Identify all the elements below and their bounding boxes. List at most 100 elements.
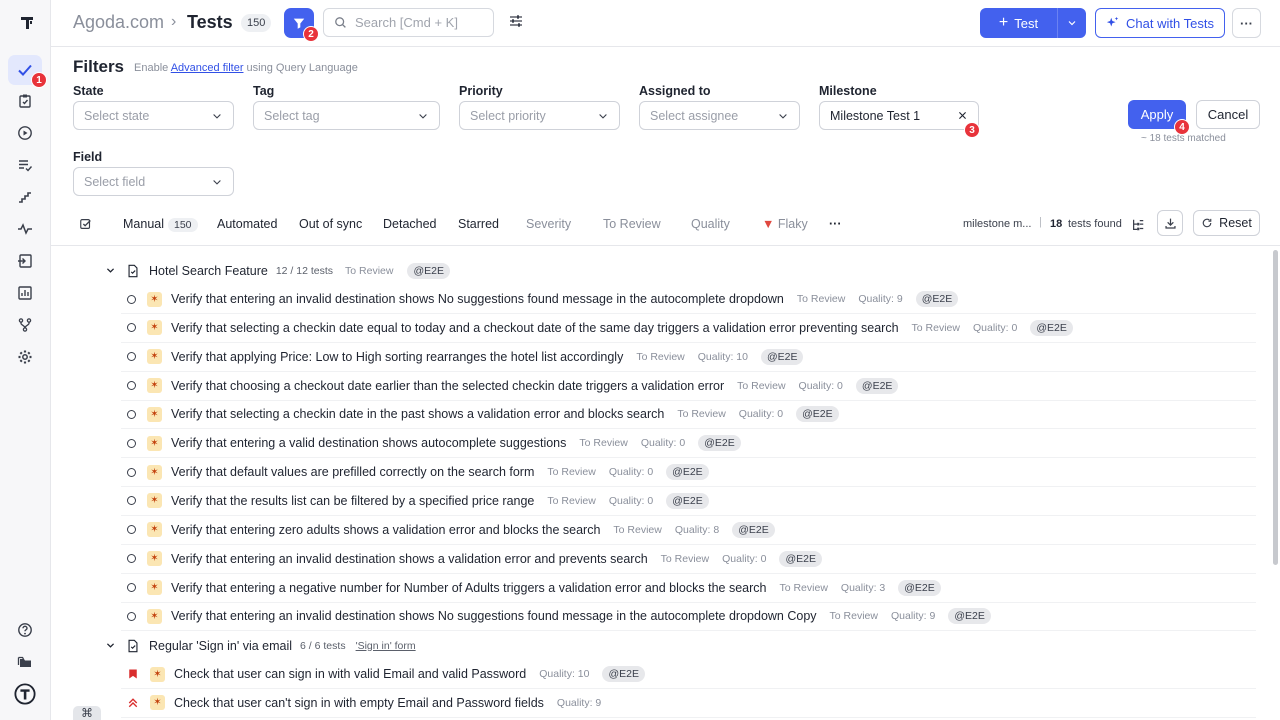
milestone-filter-chip[interactable]: milestone m... (963, 218, 1031, 230)
test-title[interactable]: Check that user can't sign in with empty… (174, 696, 544, 710)
test-row[interactable]: ✶ Verify that applying Price: Low to High… (121, 343, 1256, 372)
nav-import[interactable] (8, 246, 42, 276)
tab-starred[interactable]: Starred (458, 217, 499, 231)
status-circle-icon (127, 438, 136, 448)
suite-title[interactable]: Regular 'Sign in' via email (149, 639, 292, 653)
manual-test-icon: ✶ (147, 580, 162, 595)
tab-automated[interactable]: Automated (217, 217, 277, 231)
test-status: To Review (677, 408, 726, 421)
test-row[interactable]: ✶ Verify that selecting a checkin date eq… (121, 314, 1256, 343)
tab-flaky[interactable]: ▼ Flaky (762, 217, 808, 231)
breadcrumb-project[interactable]: Agoda.com (73, 12, 164, 33)
download-button[interactable] (1157, 210, 1183, 236)
test-title[interactable]: Verify that entering zero adults shows a… (171, 523, 600, 537)
nav-run[interactable] (8, 118, 42, 148)
test-status: To Review (579, 437, 628, 450)
chevron-down-icon (213, 113, 221, 119)
assignee-select[interactable]: Select assignee (639, 101, 800, 130)
test-row[interactable]: ✶ Verify that entering an invalid destina… (121, 285, 1256, 314)
nav-branches[interactable] (8, 310, 42, 340)
test-title[interactable]: Verify that entering an invalid destinat… (171, 609, 817, 623)
test-row[interactable]: ✶ Verify that the results list can be fil… (121, 487, 1256, 516)
status-circle-icon (127, 381, 136, 391)
new-test-dropdown[interactable] (1057, 8, 1086, 38)
tab-out-of-sync[interactable]: Out of sync (299, 217, 362, 231)
chat-with-tests-button[interactable]: Chat with Tests (1095, 8, 1225, 38)
test-row[interactable]: ✶ Verify that entering an invalid destina… (121, 602, 1256, 632)
test-title[interactable]: Verify that entering an invalid destinat… (171, 552, 648, 566)
manual-test-icon: ✶ (147, 551, 162, 567)
nav-pulse[interactable] (8, 214, 42, 244)
test-row[interactable]: ✶ Verify that default values are prefille… (121, 458, 1256, 488)
nav-help[interactable] (8, 615, 42, 645)
chevron-down-icon[interactable] (105, 265, 116, 276)
search-box[interactable] (323, 8, 494, 37)
list-scrollbar[interactable] (1273, 250, 1278, 565)
milestone-select[interactable]: Milestone Test 1 (819, 101, 979, 130)
test-row[interactable]: ✶ Verify that choosing a checkout date ea… (121, 372, 1256, 401)
suite-row[interactable]: Hotel Search Feature 12 / 12 tests To Re… (51, 256, 1260, 285)
nav-settings[interactable] (8, 342, 42, 372)
test-row[interactable]: ✶ Verify that entering zero adults shows … (121, 516, 1256, 545)
nav-steps[interactable] (8, 182, 42, 212)
test-title[interactable]: Verify that entering a valid destination… (171, 436, 566, 450)
test-title[interactable]: Check that user can sign in with valid E… (174, 667, 526, 681)
suite-title[interactable]: Hotel Search Feature (149, 264, 268, 278)
advanced-filter-link[interactable]: Advanced filter (171, 62, 244, 74)
tree-view-toggle[interactable] (1131, 218, 1145, 235)
nav-runs[interactable] (8, 86, 42, 116)
test-row[interactable]: ✶ Verify that selecting a checkin date in… (121, 400, 1256, 430)
select-all-toggle[interactable] (79, 217, 93, 234)
test-row[interactable]: ✶ Check that user can sign in with valid … (121, 660, 1256, 689)
test-title[interactable]: Verify that entering an invalid destinat… (171, 292, 784, 306)
tab-severity[interactable]: Severity (526, 217, 571, 231)
new-test-button[interactable]: + Test (980, 8, 1057, 38)
status-circle-icon (127, 611, 136, 621)
filter-settings-button[interactable] (508, 13, 528, 33)
chevron-down-icon[interactable] (105, 640, 116, 651)
status-circle-icon (127, 323, 136, 333)
check-icon (18, 64, 32, 76)
breadcrumb-separator: › (171, 13, 177, 30)
tabs-more-button[interactable]: ··· (829, 217, 842, 231)
suite-file-icon (128, 264, 138, 277)
chevron-down-icon (213, 179, 221, 185)
suite-file-icon (128, 639, 138, 652)
manual-test-icon: ✶ (147, 608, 162, 624)
test-row[interactable]: ✶ Verify that entering a negative number … (121, 574, 1256, 603)
test-title[interactable]: Verify that selecting a checkin date equ… (171, 321, 899, 335)
field-select[interactable]: Select field (73, 167, 234, 196)
nav-plans[interactable] (8, 150, 42, 180)
test-quality: Quality: 10 (697, 350, 748, 363)
cancel-button[interactable]: Cancel (1196, 100, 1260, 129)
status-circle-icon (127, 525, 136, 535)
test-row[interactable]: ✶ Verify that entering an invalid destina… (121, 545, 1256, 574)
test-title[interactable]: Verify that selecting a checkin date in … (171, 407, 664, 421)
nav-profile[interactable] (8, 679, 42, 709)
test-title[interactable]: Verify that applying Price: Low to High … (171, 350, 623, 364)
state-select[interactable]: Select state (73, 101, 234, 130)
tab-manual[interactable]: Manual 150 (123, 217, 198, 232)
reset-button[interactable]: Reset (1193, 210, 1260, 236)
close-icon[interactable] (957, 110, 968, 121)
test-title[interactable]: Verify that the results list can be filt… (171, 494, 534, 508)
tab-quality[interactable]: Quality (691, 217, 730, 231)
test-title[interactable]: Verify that choosing a checkout date ear… (171, 379, 724, 393)
more-options-button[interactable]: ··· (1232, 8, 1261, 38)
test-title[interactable]: Verify that default values are prefilled… (171, 465, 534, 479)
testomat-logo[interactable] (10, 8, 44, 38)
test-title[interactable]: Verify that entering a negative number f… (171, 581, 766, 595)
test-row[interactable]: ✶ Check that user can't sign in with empt… (121, 689, 1256, 718)
manual-test-icon: ✶ (147, 291, 162, 307)
tab-detached[interactable]: Detached (383, 217, 437, 231)
search-input[interactable] (355, 15, 475, 30)
test-row[interactable]: ✶ Verify that entering a valid destinatio… (121, 429, 1256, 459)
nav-projects[interactable] (8, 647, 42, 677)
tab-to-review[interactable]: To Review (603, 217, 661, 231)
nav-analytics[interactable] (8, 278, 42, 308)
shortcut-button[interactable]: ⌘ (73, 706, 101, 720)
tag-select[interactable]: Select tag (253, 101, 440, 130)
suite-row[interactable]: Regular 'Sign in' via email 6 / 6 tests … (51, 631, 1260, 660)
suite-link[interactable]: 'Sign in' form (356, 640, 416, 652)
priority-select[interactable]: Select priority (459, 101, 620, 130)
